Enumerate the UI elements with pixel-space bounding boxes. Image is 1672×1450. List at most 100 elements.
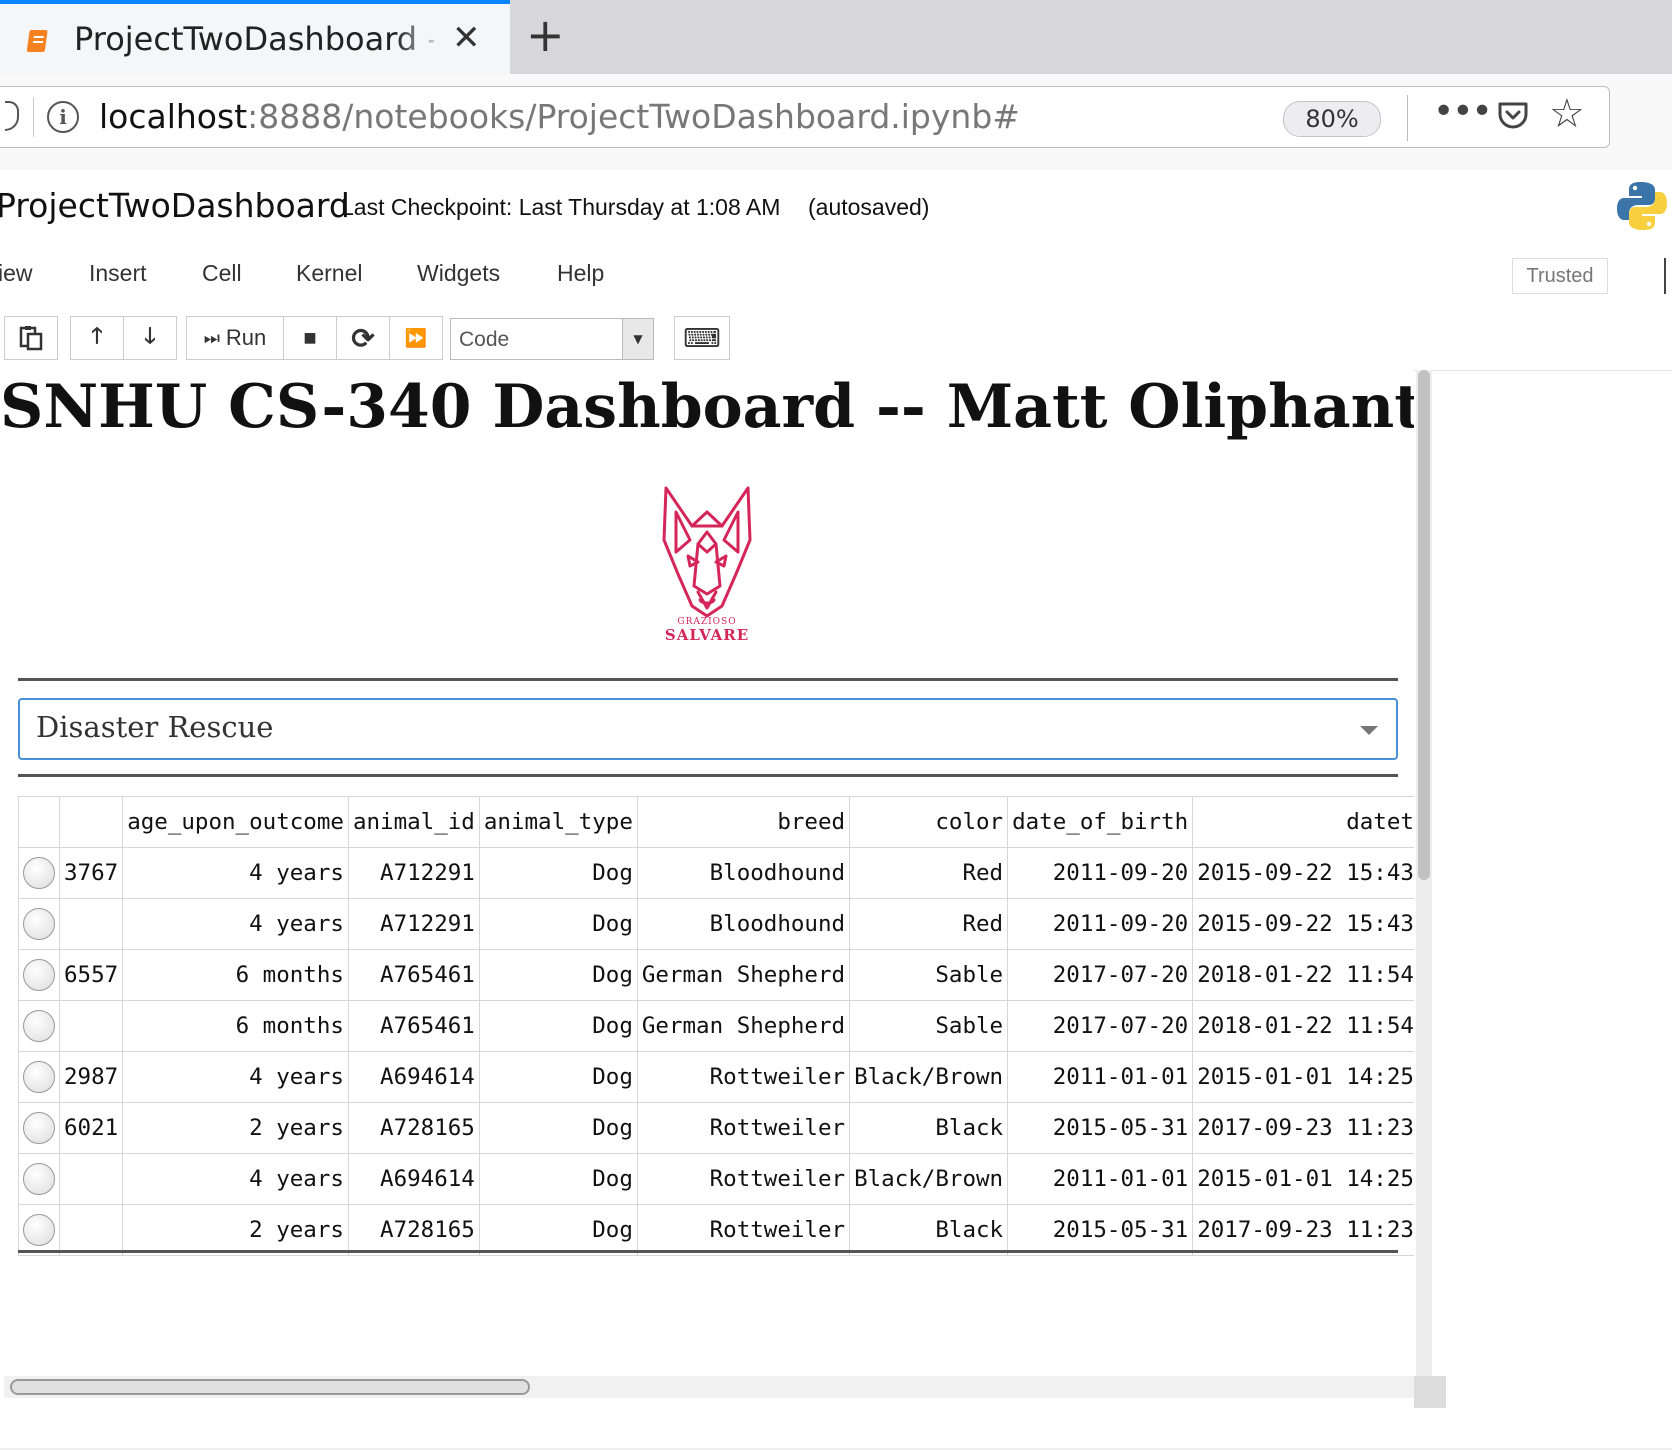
vertical-scrollbar-thumb[interactable] xyxy=(1418,370,1430,880)
browser-tab-active[interactable]: ProjectTwoDashboard - Jupyter Notebook ✕ xyxy=(0,0,510,74)
table-row[interactable]: 3767 4 years A712291 Dog Bloodhound Red 2011-0… xyxy=(18,847,1414,899)
restart-run-all-button[interactable]: ⏩ xyxy=(389,316,443,360)
table-cell: Bloodhound xyxy=(636,898,851,950)
notebook-header: ProjectTwoDashboard Last Checkpoint: Las… xyxy=(0,170,1672,249)
table-row[interactable]: 4 years A694614 Dog Rottweiler Black/Brown 20… xyxy=(18,1153,1414,1205)
divider-middle xyxy=(18,774,1398,777)
table-cell: A728165 xyxy=(347,1102,480,1154)
tab-strip: ProjectTwoDashboard - Jupyter Notebook ✕… xyxy=(0,0,1672,74)
url-separator xyxy=(33,97,34,137)
table-cell: Dog xyxy=(478,1000,638,1052)
scrollbar-corner xyxy=(1414,1376,1446,1408)
row-select-radio[interactable] xyxy=(23,1214,55,1246)
table-cell: Red xyxy=(849,847,1009,899)
table-cell: Dog xyxy=(478,898,638,950)
table-row[interactable]: 2987 4 years A694614 Dog Rottweiler Black/Bro… xyxy=(18,1051,1414,1103)
tab-close-icon[interactable]: ✕ xyxy=(452,18,481,58)
fast-forward-icon: ⏩ xyxy=(404,327,428,348)
menu-cell[interactable]: Cell xyxy=(202,260,242,287)
zoom-level-badge[interactable]: 80% xyxy=(1283,101,1381,137)
table-cell: Rottweiler xyxy=(636,1153,851,1205)
row-select-radio[interactable] xyxy=(23,959,55,991)
animal-data-table: age_upon_outcome animal_id animal_type b… xyxy=(18,796,1414,1256)
menu-widgets[interactable]: Widgets xyxy=(417,260,500,287)
stop-icon: ■ xyxy=(303,325,317,350)
table-cell: Black/Brown xyxy=(849,1153,1009,1205)
run-button[interactable]: ⏭ Run xyxy=(186,316,284,360)
table-cell: Black xyxy=(849,1102,1009,1154)
menubar-edge xyxy=(1664,258,1666,294)
table-cell: A712291 xyxy=(347,898,480,950)
restart-button[interactable]: ⟳ xyxy=(336,316,390,360)
table-cell: Bloodhound xyxy=(636,847,851,899)
url-bar[interactable]: i localhost:8888/notebooks/ProjectTwoDas… xyxy=(0,86,1610,148)
table-row[interactable]: 6 months A765461 Dog German Shepherd Sable 20… xyxy=(18,1000,1414,1052)
logo-text: SALVARE xyxy=(664,626,750,644)
column-header-breed[interactable]: breed xyxy=(636,796,851,848)
table-cell: 2017-09-23 11:23:00 xyxy=(1192,1102,1414,1154)
table-cell: Dog xyxy=(478,1102,638,1154)
url-text[interactable]: localhost:8888/notebooks/ProjectTwoDashb… xyxy=(99,97,1020,136)
table-cell: Dog xyxy=(478,847,638,899)
table-cell: 6 months xyxy=(122,949,349,1001)
row-select-radio[interactable] xyxy=(23,857,55,889)
notebook-name[interactable]: ProjectTwoDashboard xyxy=(0,186,350,225)
column-header-color[interactable]: color xyxy=(849,796,1009,848)
url-host: localhost xyxy=(99,97,248,136)
bookmark-star-icon[interactable]: ☆ xyxy=(1549,91,1585,137)
cell-type-value: Code xyxy=(459,328,510,351)
menu-view[interactable]: iew xyxy=(0,260,33,287)
command-palette-button[interactable]: ⌨ xyxy=(674,316,730,360)
interrupt-button[interactable]: ■ xyxy=(283,316,337,360)
notebook-toolbar: 🡑 🡓 ⏭ Run ■ ⟳ ⏩ Code ▼ ⌨ xyxy=(0,304,1672,371)
table-cell: A765461 xyxy=(347,949,480,1001)
rescue-type-dropdown[interactable]: Disaster Rescue xyxy=(18,698,1398,760)
table-row[interactable]: 6021 2 years A728165 Dog Rottweiler Black 2015… xyxy=(18,1102,1414,1154)
autosave-status: (autosaved) xyxy=(808,194,930,220)
table-cell: 2011-01-01 xyxy=(1007,1153,1194,1205)
paste-cells-button[interactable] xyxy=(4,316,58,360)
move-up-button[interactable]: 🡑 xyxy=(70,316,124,360)
cell-type-select[interactable]: Code ▼ xyxy=(450,318,654,360)
row-select-radio[interactable] xyxy=(23,1061,55,1093)
move-down-button[interactable]: 🡓 xyxy=(123,316,177,360)
new-tab-button[interactable]: + xyxy=(526,8,565,62)
row-select-radio[interactable] xyxy=(23,1112,55,1144)
column-header-animal-id[interactable]: animal_id xyxy=(347,796,480,848)
run-label: Run xyxy=(225,325,267,350)
table-row[interactable]: 4 years A712291 Dog Bloodhound Red 2011-09-20… xyxy=(18,898,1414,950)
menu-kernel[interactable]: Kernel xyxy=(296,260,362,287)
row-select-radio[interactable] xyxy=(23,1010,55,1042)
table-cell: Rottweiler xyxy=(636,1102,851,1154)
tracking-shield-icon[interactable] xyxy=(5,101,19,131)
row-select-radio[interactable] xyxy=(23,1163,55,1195)
chevron-down-icon xyxy=(1360,726,1378,735)
pocket-icon[interactable] xyxy=(1497,101,1529,131)
url-separator-2 xyxy=(1407,95,1408,141)
row-select-cell xyxy=(18,949,60,1001)
column-header-datetime[interactable]: datetime xyxy=(1192,796,1414,848)
page-actions-more-icon[interactable]: ••• xyxy=(1433,91,1493,132)
horizontal-scrollbar-thumb[interactable] xyxy=(10,1379,530,1395)
table-cell: Dog xyxy=(478,1204,638,1256)
site-info-icon[interactable]: i xyxy=(47,101,79,133)
table-cell: German Shepherd xyxy=(636,1000,851,1052)
table-cell: 2018-01-22 11:54:00 xyxy=(1192,1000,1414,1052)
chevron-down-icon: ▼ xyxy=(622,319,653,359)
table-cell: 2015-09-22 15:43:00 xyxy=(1192,898,1414,950)
table-cell xyxy=(58,1204,124,1256)
column-header-age-upon-outcome[interactable]: age_upon_outcome xyxy=(122,796,349,848)
table-row[interactable]: 6557 6 months A765461 Dog German Shepherd Sab… xyxy=(18,949,1414,1001)
table-cell: 6021 xyxy=(58,1102,124,1154)
table-cell xyxy=(58,1153,124,1205)
row-select-radio[interactable] xyxy=(23,908,55,940)
table-row[interactable]: 2 years A728165 Dog Rottweiler Black 2015-05-… xyxy=(18,1204,1414,1256)
menu-insert[interactable]: Insert xyxy=(89,260,147,287)
column-header-animal-type[interactable]: animal_type xyxy=(478,796,638,848)
trusted-indicator[interactable]: Trusted xyxy=(1512,258,1608,294)
column-header-date-of-birth[interactable]: date_of_birth xyxy=(1007,796,1194,848)
navigation-bar: i localhost:8888/notebooks/ProjectTwoDas… xyxy=(0,74,1672,171)
menu-help[interactable]: Help xyxy=(557,260,604,287)
notebook-favicon-icon xyxy=(26,30,48,52)
tab-title: ProjectTwoDashboard - Jupyter Notebook xyxy=(74,20,434,58)
